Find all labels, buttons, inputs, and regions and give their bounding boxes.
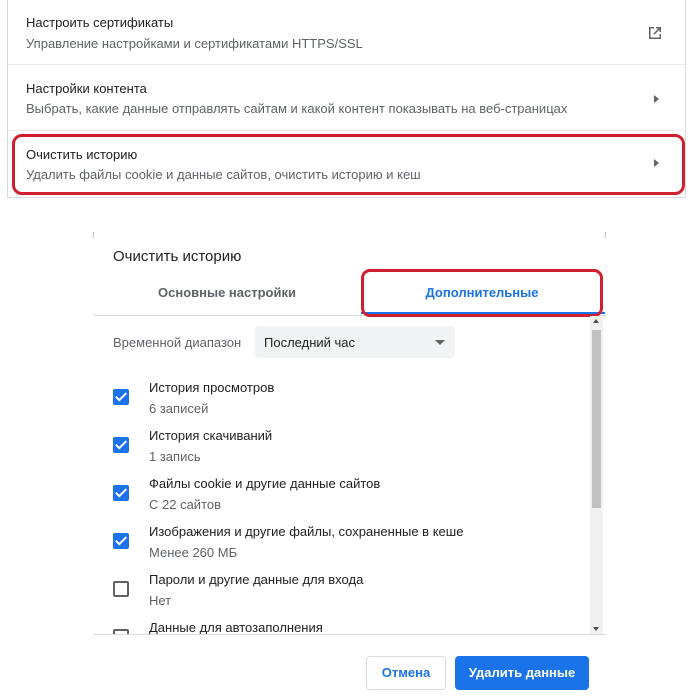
item-subtitle: 1 запись	[149, 449, 201, 464]
item-subtitle: Менее 260 МБ	[149, 545, 238, 560]
dialog-title: Очистить историю	[113, 248, 242, 265]
scrollbar[interactable]	[590, 316, 603, 634]
cancel-button[interactable]: Отмена	[366, 656, 446, 690]
external-link-icon[interactable]	[647, 25, 663, 41]
clear-history-row[interactable]: Очистить историю Удалить файлы cookie и …	[8, 131, 685, 196]
list-item-passwords: Пароли и другие данные для входа Нет	[93, 568, 583, 616]
item-subtitle: С 22 сайтов	[149, 497, 222, 512]
tab-advanced[interactable]: Дополнительные	[359, 282, 605, 314]
row-title: Настроить сертификаты	[26, 15, 174, 30]
row-subtitle: Выбрать, какие данные отправлять сайтам …	[26, 101, 568, 116]
scroll-up-icon[interactable]	[593, 319, 599, 323]
chevron-right-icon	[654, 95, 659, 103]
time-range-select[interactable]: Последний час	[255, 326, 455, 358]
time-range-label: Временной диапазон	[113, 335, 242, 350]
delete-data-button[interactable]: Удалить данные	[455, 656, 589, 690]
row-title: Настройки контента	[26, 81, 147, 96]
content-settings-row[interactable]: Настройки контента Выбрать, какие данные…	[8, 66, 685, 131]
scrollbar-thumb[interactable]	[592, 330, 601, 508]
checkbox-passwords[interactable]	[113, 581, 129, 597]
list-item-browsing-history: История просмотров 6 записей	[93, 376, 583, 424]
list-item-download-history: История скачиваний 1 запись	[93, 424, 583, 472]
chevron-right-icon	[654, 159, 659, 167]
manage-certificates-row[interactable]: Настроить сертификаты Управление настрой…	[8, 0, 685, 65]
item-title: Пароли и другие данные для входа	[149, 572, 364, 587]
tabs: Основные настройки Дополнительные	[93, 282, 606, 314]
item-subtitle: 6 записей	[149, 401, 209, 416]
list-item-cached-images: Изображения и другие файлы, сохраненные …	[93, 520, 583, 568]
list-item-autofill: Данные для автозаполнения	[93, 616, 583, 634]
active-tab-indicator	[361, 312, 605, 314]
item-subtitle: Нет	[149, 593, 172, 608]
list-item-cookies: Файлы cookie и другие данные сайтов С 22…	[93, 472, 583, 520]
row-title: Очистить историю	[26, 147, 138, 162]
dialog-corner-mark	[93, 232, 94, 238]
item-title: Файлы cookie и другие данные сайтов	[149, 476, 381, 491]
item-title: Данные для автозаполнения	[149, 620, 323, 634]
dropdown-arrow-icon	[435, 340, 445, 345]
options-list: Временной диапазон Последний час История…	[93, 316, 606, 634]
item-title: Изображения и другие файлы, сохраненные …	[149, 524, 464, 539]
item-title: История просмотров	[149, 380, 275, 395]
row-subtitle: Удалить файлы cookie и данные сайтов, оч…	[26, 167, 421, 182]
row-subtitle: Управление настройками и сертификатами H…	[26, 36, 363, 51]
dialog-corner-mark	[605, 232, 606, 238]
tab-basic-settings[interactable]: Основные настройки	[113, 282, 341, 314]
item-title: История скачиваний	[149, 428, 273, 443]
divider	[93, 634, 606, 635]
checkbox-cookies[interactable]	[113, 485, 129, 501]
scroll-down-icon[interactable]	[593, 627, 599, 631]
time-range-value: Последний час	[264, 335, 356, 350]
checkbox-download-history[interactable]	[113, 437, 129, 453]
checkbox-cached-images[interactable]	[113, 533, 129, 549]
clear-history-dialog: Очистить историю Основные настройки Допо…	[93, 232, 606, 700]
settings-panel: Настроить сертификаты Управление настрой…	[7, 0, 686, 198]
checkbox-browsing-history[interactable]	[113, 389, 129, 405]
